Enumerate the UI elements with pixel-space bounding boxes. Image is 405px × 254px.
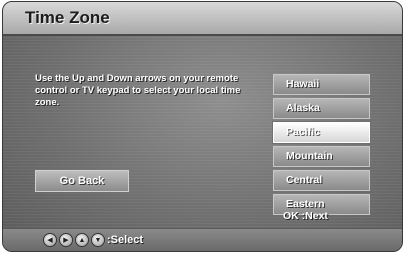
select-hint: :Select	[107, 234, 144, 246]
page-title: Time Zone	[25, 8, 110, 27]
time-zone-option-hawaii[interactable]: Hawaii	[273, 74, 370, 95]
time-zone-option-mountain[interactable]: Mountain	[273, 146, 370, 167]
nav-icons: ◀ ▶ ▲ ▼	[43, 233, 105, 247]
arrow-down-icon: ▼	[91, 233, 105, 247]
arrow-left-icon: ◀	[43, 233, 57, 247]
arrow-right-icon: ▶	[59, 233, 73, 247]
ok-next-hint: OK :Next	[283, 210, 328, 222]
time-zone-list: Hawaii Alaska Pacific Mountain Central E…	[272, 74, 371, 218]
tv-screen: Time Zone Use the Up and Down arrows on …	[2, 1, 403, 252]
time-zone-option-pacific[interactable]: Pacific	[272, 121, 371, 144]
arrow-up-icon: ▲	[75, 233, 89, 247]
bottom-bar: ◀ ▶ ▲ ▼ :Select	[3, 228, 402, 251]
time-zone-option-central[interactable]: Central	[273, 170, 370, 191]
go-back-button[interactable]: Go Back	[35, 170, 129, 192]
time-zone-option-alaska[interactable]: Alaska	[273, 98, 370, 119]
title-bar: Time Zone	[3, 2, 402, 36]
instructions-text: Use the Up and Down arrows on your remot…	[35, 73, 241, 108]
